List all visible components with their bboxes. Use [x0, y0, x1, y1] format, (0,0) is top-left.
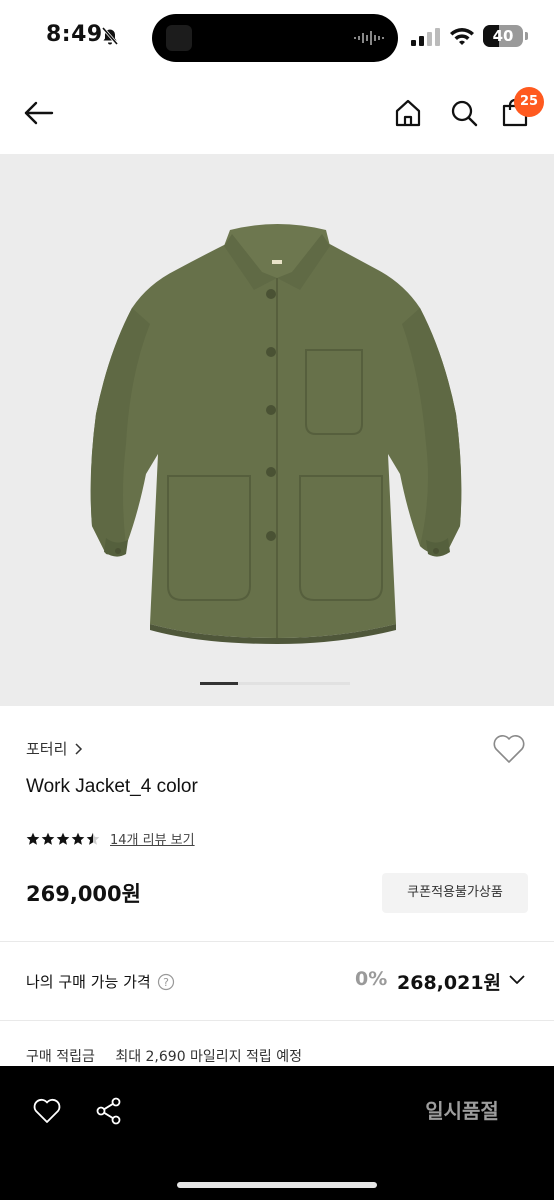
- battery-icon: 40: [483, 25, 523, 47]
- soldout-button[interactable]: 일시품절: [380, 1092, 544, 1130]
- carousel-pager: [200, 682, 350, 685]
- brand-link[interactable]: 포터리: [26, 738, 83, 759]
- heart-outline-icon[interactable]: [492, 733, 526, 765]
- status-time: 8:49: [46, 22, 103, 47]
- dynamic-island: [152, 14, 398, 62]
- review-link[interactable]: 14개 리뷰 보기: [110, 829, 195, 848]
- share-icon[interactable]: [94, 1096, 124, 1126]
- search-icon[interactable]: [449, 98, 479, 128]
- battery-percent: 40: [492, 27, 514, 45]
- product-name: Work Jacket_4 color: [26, 776, 198, 797]
- coupon-unavailable-tag: 쿠폰적용불가상품: [382, 873, 528, 913]
- top-nav: 25: [0, 76, 554, 154]
- home-icon[interactable]: [393, 98, 423, 128]
- points-label: 구매 적립금: [26, 1049, 95, 1065]
- home-indicator: [177, 1182, 377, 1188]
- bottom-action-bar: 일시품절: [0, 1066, 554, 1200]
- status-bar: 8:49 40: [0, 0, 554, 76]
- discount-rate: 0%: [355, 968, 388, 990]
- star-icon: [56, 832, 70, 845]
- bell-muted-icon: [101, 27, 119, 45]
- product-photo: [90, 224, 462, 644]
- brand-name: 포터리: [26, 740, 68, 758]
- points-value: 최대 2,690 마일리지 적립 예정: [115, 1049, 302, 1065]
- audio-wave-icon: [354, 31, 384, 45]
- chevron-down-icon[interactable]: [507, 970, 527, 990]
- my-price-label-group: 나의 구매 가능 가격 ?: [26, 971, 175, 992]
- product-price: 269,000원: [26, 882, 141, 906]
- chevron-right-icon: [75, 742, 83, 755]
- product-image-carousel[interactable]: [0, 154, 554, 706]
- points-row: 구매 적립금 최대 2,690 마일리지 적립 예정: [26, 1046, 302, 1066]
- star-icon: [71, 832, 85, 845]
- my-price-value: 268,021원: [397, 972, 502, 994]
- divider: [0, 1020, 554, 1021]
- svg-text:?: ?: [163, 976, 169, 989]
- star-icon: [41, 832, 55, 845]
- island-app-icon: [166, 25, 192, 51]
- question-circle-icon[interactable]: ?: [157, 973, 175, 991]
- cellular-signal-icon: [411, 28, 440, 46]
- cart-count-badge: 25: [514, 87, 544, 117]
- battery-cap: [525, 32, 528, 40]
- back-arrow-icon[interactable]: [22, 96, 56, 130]
- heart-icon[interactable]: [32, 1096, 62, 1126]
- rating-row: 14개 리뷰 보기: [26, 829, 195, 848]
- star-icon: [26, 832, 40, 845]
- my-price-label: 나의 구매 가능 가격: [26, 973, 151, 991]
- wifi-icon: [450, 28, 474, 45]
- star-icon: [86, 832, 100, 845]
- my-price-row[interactable]: 나의 구매 가능 가격 ? 0% 268,021원: [0, 942, 554, 1020]
- carousel-pager-active: [200, 682, 238, 685]
- star-rating: [26, 832, 100, 846]
